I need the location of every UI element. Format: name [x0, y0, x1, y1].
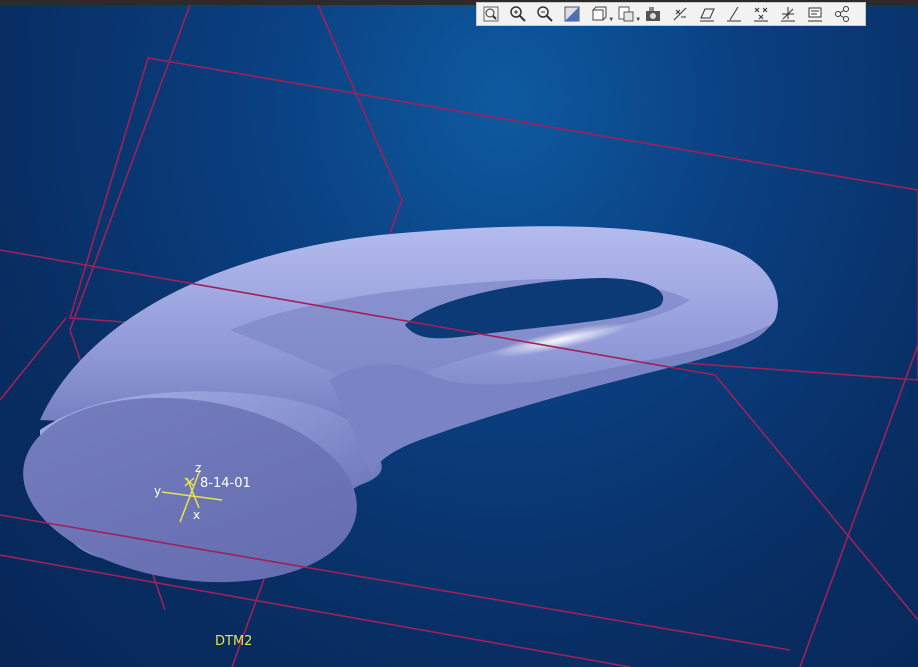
- zoom-in-icon: [510, 6, 526, 22]
- repaint-icon: [564, 6, 580, 22]
- saved-views-icon: [618, 6, 634, 22]
- spin-center-button[interactable]: [831, 4, 853, 24]
- saved-views-button[interactable]: ▼: [615, 4, 640, 24]
- datum-display-icon: [673, 7, 687, 21]
- annotations-button[interactable]: [804, 4, 826, 24]
- annotations-icon: [808, 7, 822, 22]
- datum-planes-icon: [700, 8, 715, 22]
- zoom-out-icon: [537, 6, 553, 22]
- 3d-scene[interactable]: z y x 8-14-01 DTM2: [0, 0, 918, 667]
- datum-axes-button[interactable]: [723, 4, 745, 24]
- coordinate-systems-icon: [781, 7, 795, 22]
- model-viewport[interactable]: z y x 8-14-01 DTM2: [0, 0, 918, 667]
- repaint-button[interactable]: [561, 4, 583, 24]
- display-style-button[interactable]: ▼: [588, 4, 613, 24]
- view-toolbar: ▼ ▼: [476, 2, 866, 26]
- csys-name-label[interactable]: 8-14-01: [200, 476, 251, 491]
- datum-planes-button[interactable]: [696, 4, 718, 24]
- zoom-fit-icon: [483, 6, 499, 22]
- zoom-fit-button[interactable]: [480, 4, 502, 24]
- datum-points-button[interactable]: [750, 4, 772, 24]
- display-style-icon: [592, 6, 607, 21]
- datum-display-button[interactable]: [669, 4, 691, 24]
- spin-center-icon: [835, 6, 849, 22]
- part-geometry[interactable]: [11, 226, 778, 602]
- datum-axes-icon: [727, 6, 741, 22]
- datum-plane-label[interactable]: DTM2: [215, 634, 252, 649]
- datum-points-icon: [754, 7, 768, 22]
- zoom-out-button[interactable]: [534, 4, 556, 24]
- snapshot-button[interactable]: [642, 4, 664, 24]
- snapshot-icon: [646, 7, 660, 21]
- coordinate-systems-button[interactable]: [777, 4, 799, 24]
- zoom-in-button[interactable]: [507, 4, 529, 24]
- csys-axis-x-label: x: [193, 508, 200, 522]
- csys-axis-y-label: y: [154, 484, 161, 498]
- csys-axis-z-label: z: [195, 461, 201, 475]
